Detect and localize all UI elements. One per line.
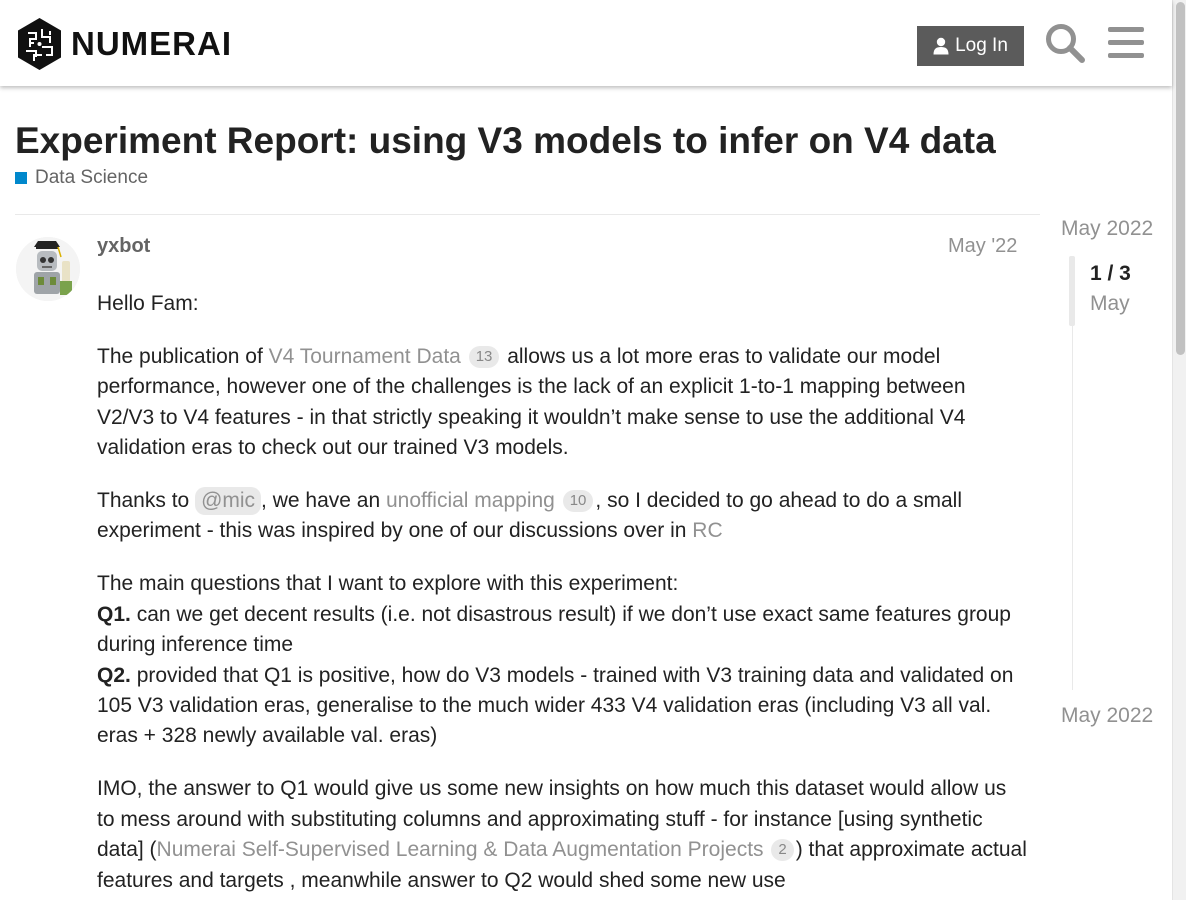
text: The main questions that I want to explor… xyxy=(97,572,679,596)
logo-text: NUMERAI xyxy=(71,25,232,62)
text: Thanks to xyxy=(97,489,196,513)
topic-title[interactable]: Experiment Report: using V3 models to in… xyxy=(15,120,996,162)
q2-label: Q2. xyxy=(97,663,131,687)
user-icon xyxy=(933,37,949,55)
robot-avatar-icon xyxy=(16,237,80,301)
text: , we have an xyxy=(261,489,386,513)
timeline-position: 1 / 3 xyxy=(1090,262,1131,285)
site-header: NUMERAI Log In xyxy=(0,0,1172,86)
numerai-logo[interactable]: NUMERAI xyxy=(16,17,232,71)
text: provided that Q1 is positive, how do V3 … xyxy=(97,663,1014,748)
q1-label: Q1. xyxy=(97,602,131,626)
post-body: Hello Fam: The publication of V4 Tournam… xyxy=(97,289,1027,918)
category-color-square xyxy=(15,172,27,184)
rc-link[interactable]: RC xyxy=(692,519,722,542)
login-label: Log In xyxy=(955,35,1008,56)
v4-tournament-data-link[interactable]: V4 Tournament Data xyxy=(269,345,461,368)
link-click-count: 2 xyxy=(771,839,794,862)
unofficial-mapping-link[interactable]: unofficial mapping xyxy=(386,489,555,512)
text: The publication of xyxy=(97,344,269,368)
scrollbar-thumb[interactable] xyxy=(1176,2,1185,355)
self-supervised-learning-link[interactable]: Numerai Self-Supervised Learning & Data … xyxy=(157,838,764,861)
post-username[interactable]: yxbot xyxy=(97,235,150,258)
login-button[interactable]: Log In xyxy=(917,26,1024,66)
post-greeting: Hello Fam: xyxy=(97,292,199,315)
user-avatar[interactable] xyxy=(16,237,80,301)
post-date[interactable]: May '22 xyxy=(948,235,1017,258)
user-mention[interactable]: @mic xyxy=(195,487,262,516)
search-icon xyxy=(1046,24,1085,63)
topic-divider xyxy=(15,214,1040,215)
search-button[interactable] xyxy=(1044,22,1086,69)
timeline-handle[interactable] xyxy=(1069,256,1075,326)
post-paragraph-3: The main questions that I want to explor… xyxy=(97,569,1027,751)
link-click-count: 13 xyxy=(468,345,500,368)
menu-button[interactable] xyxy=(1107,25,1145,66)
numerai-logo-icon xyxy=(18,18,61,70)
text: can we get decent results (i.e. not disa… xyxy=(97,602,1011,657)
category-badge[interactable]: Data Science xyxy=(15,167,148,189)
timeline-start-date[interactable]: May 2022 xyxy=(1061,217,1153,241)
category-label: Data Science xyxy=(35,167,149,188)
post-paragraph-1: The publication of V4 Tournament Data 13… xyxy=(97,342,1027,464)
page-scrollbar[interactable] xyxy=(1172,0,1186,900)
hamburger-menu-icon xyxy=(1108,27,1144,58)
post-paragraph-2: Thanks to @mic, we have an unofficial ma… xyxy=(97,486,1027,547)
post-paragraph-4: IMO, the answer to Q1 would give us some… xyxy=(97,774,1027,896)
timeline-end-date[interactable]: May 2022 xyxy=(1061,704,1153,728)
timeline-current-date: May xyxy=(1090,292,1130,315)
link-click-count: 10 xyxy=(562,490,594,513)
